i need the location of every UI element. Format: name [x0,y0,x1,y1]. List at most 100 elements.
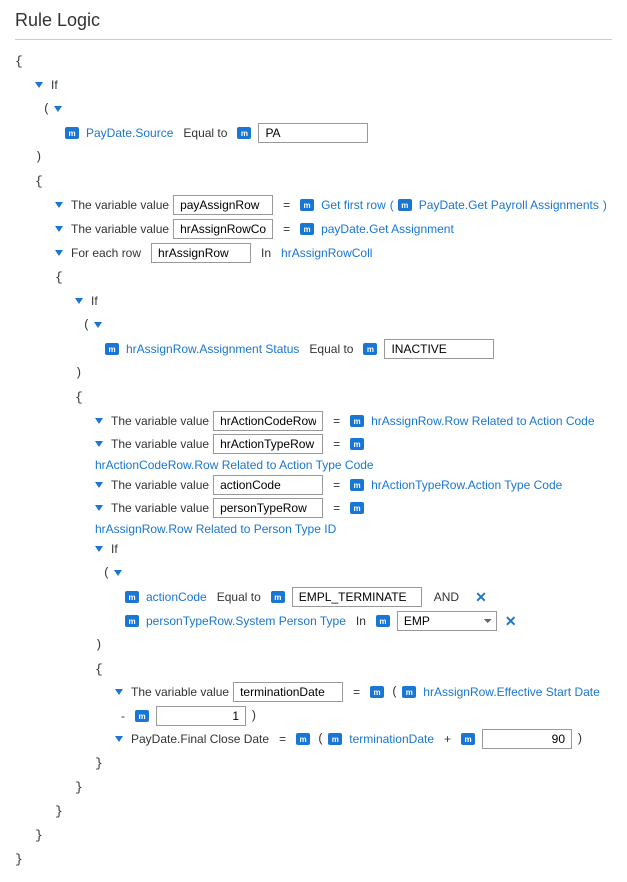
collapse-icon[interactable] [114,570,122,576]
var-name-input[interactable] [213,411,323,431]
if-keyword: If [111,542,118,556]
collapse-icon[interactable] [94,322,102,328]
value-input-terminate[interactable] [292,587,422,607]
token-icon: m [65,127,79,139]
collapse-icon[interactable] [95,482,103,488]
token-icon: m [328,733,342,745]
token-icon: m [105,343,119,355]
expr-row-action-code[interactable]: hrAssignRow.Row Related to Action Code [371,414,594,428]
field-assignment-status[interactable]: hrAssignRow.Assignment Status [126,342,299,356]
paren-close: ) [95,638,102,652]
brace-open: { [95,662,103,677]
collapse-icon[interactable] [75,298,83,304]
paren-close: ) [576,732,583,746]
token-icon: m [376,615,390,627]
var-name-input[interactable] [213,475,323,495]
var-label: The variable value [111,414,209,428]
value-input-ninety[interactable] [482,729,572,749]
brace-close: } [95,756,103,771]
loop-var-input[interactable] [151,243,251,263]
equals-label: = [333,478,340,492]
minus-label: - [121,709,125,723]
collapse-icon[interactable] [35,82,43,88]
var-label: The variable value [111,478,209,492]
paren-open: ( [391,685,398,699]
brace-close: } [15,852,23,867]
paren-open: ( [83,318,90,332]
value-input-inactive[interactable] [384,339,494,359]
var-label: The variable value [71,222,169,236]
var-name-input[interactable] [213,498,323,518]
loop-collection[interactable]: hrAssignRowColl [281,246,372,260]
collapse-icon[interactable] [95,441,103,447]
var-name-input[interactable] [213,434,323,454]
var-label: The variable value [111,501,209,515]
equals-label: = [283,198,290,212]
expr-eff-start-date[interactable]: hrAssignRow.Effective Start Date [423,685,600,699]
var-name-input[interactable] [233,682,343,702]
token-icon: m [125,615,139,627]
equal-to-label: Equal to [309,342,353,356]
brace-open: { [15,54,23,69]
field-action-code[interactable]: actionCode [146,590,207,604]
collapse-icon[interactable] [55,202,63,208]
collapse-icon[interactable] [55,226,63,232]
expr-row-person-type[interactable]: hrAssignRow.Row Related to Person Type I… [95,522,336,536]
if-keyword: If [51,78,58,92]
token-icon: m [350,502,364,514]
arg-payroll-assignments[interactable]: PayDate.Get Payroll Assignments [419,198,599,212]
collapse-icon[interactable] [95,418,103,424]
collapse-icon[interactable] [55,250,63,256]
equals-label: = [333,501,340,515]
token-icon: m [461,733,475,745]
brace-open: { [55,270,63,285]
token-icon: m [398,199,412,211]
paren-open: ( [317,732,324,746]
expr-action-type-code[interactable]: hrActionTypeRow.Action Type Code [371,478,562,492]
token-icon: m [350,438,364,450]
equals-label: = [353,685,360,699]
value-select-emp[interactable] [397,611,497,631]
field-paydate-source[interactable]: PayDate.Source [86,126,173,140]
equals-label: = [333,414,340,428]
token-icon: m [271,591,285,603]
token-icon: m [363,343,377,355]
plus-label: + [444,732,451,746]
token-icon: m [350,479,364,491]
expr-termination-date[interactable]: terminationDate [349,732,434,746]
brace-close: } [35,828,43,843]
remove-icon[interactable]: ✕ [475,589,487,606]
var-name-input[interactable] [173,195,273,215]
var-label: The variable value [71,198,169,212]
expr-get-assignment[interactable]: payDate.Get Assignment [321,222,454,236]
in-op-label: In [356,614,366,628]
remove-icon[interactable]: ✕ [505,613,517,630]
token-icon: m [125,591,139,603]
final-close-label: PayDate.Final Close Date [131,732,269,746]
and-label: AND [434,590,459,604]
paren-close: ) [35,150,42,164]
var-name-input[interactable] [173,219,273,239]
equal-to-label: Equal to [183,126,227,140]
value-input-one[interactable] [156,706,246,726]
token-icon: m [402,686,416,698]
paren-close: ) [603,198,607,212]
collapse-icon[interactable] [54,106,62,112]
if-keyword: If [91,294,98,308]
func-get-first-row[interactable]: Get first row [321,198,386,212]
collapse-icon[interactable] [95,505,103,511]
expr-row-action-type[interactable]: hrActionCodeRow.Row Related to Action Ty… [95,458,374,472]
collapse-icon[interactable] [95,546,103,552]
divider [15,39,612,40]
token-icon: m [300,199,314,211]
collapse-icon[interactable] [115,689,123,695]
field-sys-person-type[interactable]: personTypeRow.System Person Type [146,614,346,628]
collapse-icon[interactable] [115,736,123,742]
token-icon: m [370,686,384,698]
value-input-pa[interactable] [258,123,368,143]
paren-close: ) [75,366,82,380]
brace-open: { [75,390,83,405]
token-icon: m [296,733,310,745]
brace-close: } [55,804,63,819]
paren-open: ( [43,102,50,116]
